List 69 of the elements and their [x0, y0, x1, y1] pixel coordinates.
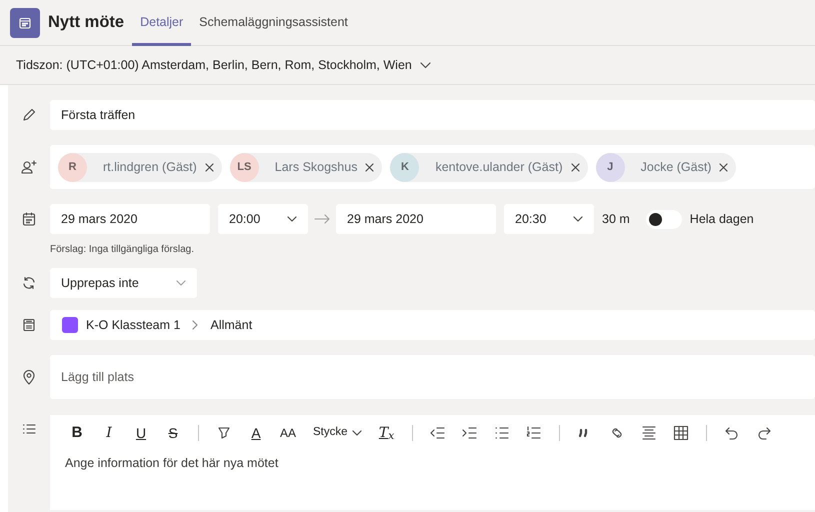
- attendee-name: Lars Skogshus: [274, 158, 358, 176]
- suggestion-text: Förslag: Inga tillgängliga förslag.: [50, 243, 194, 257]
- attendee-field[interactable]: R rt.lindgren (Gäst) LS Lars Skogshus K kentove.ulander (Gäst) J Jocke (Gäst): [50, 145, 815, 189]
- all-day-label: Hela dagen: [690, 210, 754, 228]
- strikethrough-button[interactable]: S: [158, 420, 188, 446]
- attendee-name: Jocke (Gäst): [640, 158, 712, 176]
- indent-icon[interactable]: [462, 425, 478, 441]
- team-icon: [62, 317, 78, 333]
- avatar: LS: [230, 152, 259, 182]
- timezone-label: Tidszon: (UTC+01:00) Amsterdam, Berlin, Bern, Rom, Stockholm, Wien: [16, 56, 412, 74]
- italic-button[interactable]: I: [94, 420, 124, 446]
- date-field[interactable]: 29 mars 2020: [336, 204, 496, 234]
- undo-icon[interactable]: [724, 425, 740, 441]
- redo-icon[interactable]: [756, 425, 772, 441]
- attendee-chip[interactable]: R rt.lindgren (Gäst): [58, 152, 222, 182]
- numbered-list-icon[interactable]: [526, 425, 542, 441]
- pencil-icon: [22, 108, 36, 122]
- attendee-name: kentove.ulander (Gäst): [435, 158, 563, 176]
- repeat-dropdown[interactable]: Upprepas inte: [50, 268, 197, 298]
- tab[interactable]: Detaljer: [132, 0, 192, 46]
- calendar-icon: [22, 212, 36, 226]
- avatar: R: [58, 152, 87, 182]
- avatar: J: [596, 152, 625, 182]
- attendee-chip[interactable]: K kentove.ulander (Gäst): [390, 152, 588, 182]
- attendee-name: rt.lindgren (Gäst): [103, 158, 197, 176]
- description-field[interactable]: Ange information för det här nya mötet: [50, 446, 815, 510]
- close-icon[interactable]: [204, 162, 214, 172]
- team-name: K-O Klassteam 1: [86, 316, 180, 334]
- chevron-down-icon: [573, 216, 583, 222]
- close-icon[interactable]: [365, 162, 374, 172]
- tab[interactable]: Schemaläggningsassistent: [191, 0, 356, 46]
- window-title: Nytt möte: [48, 12, 124, 34]
- font-color-button[interactable]: A: [241, 420, 271, 446]
- location-pin-icon: [23, 370, 35, 384]
- underline-button[interactable]: U: [126, 420, 156, 446]
- channel-name: Allmänt: [210, 316, 252, 334]
- bulleted-list-icon[interactable]: [494, 425, 510, 441]
- chevron-down-icon[interactable]: [420, 62, 431, 68]
- channel-icon: [22, 318, 36, 332]
- attendee-chip[interactable]: J Jocke (Gäst): [596, 152, 736, 182]
- repeat-icon: [22, 276, 36, 290]
- highlighter-icon[interactable]: [216, 425, 232, 441]
- close-icon[interactable]: [719, 162, 728, 172]
- channel-field[interactable]: K-O Klassteam 1 Allmänt: [50, 310, 815, 340]
- clear-formatting-button[interactable]: T$_{x}$: [372, 420, 402, 446]
- list-icon: [22, 423, 36, 435]
- outdent-icon[interactable]: [430, 425, 446, 441]
- chevron-down-icon: [287, 216, 297, 222]
- font-size-button[interactable]: AA: [273, 420, 303, 446]
- title-field[interactable]: Första träffen: [50, 100, 815, 130]
- calendar-icon: [19, 16, 31, 28]
- chevron-down-icon: [176, 280, 186, 286]
- bold-button[interactable]: B: [62, 420, 92, 446]
- all-day-toggle[interactable]: [646, 210, 682, 228]
- arrow-right-icon: [314, 214, 330, 224]
- horizontal-lines-icon[interactable]: [640, 425, 657, 441]
- attendee-chip[interactable]: LS Lars Skogshus: [230, 152, 382, 182]
- add-person-icon: [21, 160, 37, 174]
- location-field[interactable]: Lägg till plats: [50, 355, 815, 399]
- chevron-down-icon: [352, 430, 362, 436]
- close-icon[interactable]: [570, 162, 580, 172]
- paragraph-style-dropdown[interactable]: Stycke: [313, 420, 362, 446]
- time-dropdown[interactable]: 20:00: [218, 204, 308, 234]
- table-icon[interactable]: [672, 425, 689, 441]
- duration-label: 30 m: [602, 210, 630, 228]
- chevron-right-icon: [192, 320, 198, 330]
- time-dropdown[interactable]: 20:30: [504, 204, 594, 234]
- date-field[interactable]: 29 mars 2020: [50, 204, 210, 234]
- avatar: K: [390, 152, 420, 182]
